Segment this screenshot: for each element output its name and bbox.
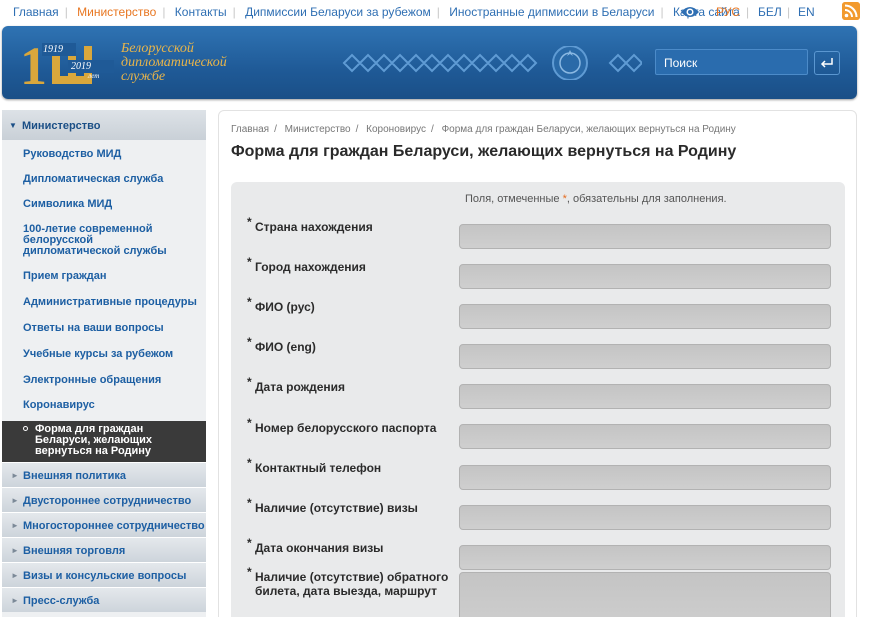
rss-icon[interactable] [842, 2, 860, 20]
chevron-right-icon: ► [11, 471, 19, 480]
sidebar-item[interactable]: Символика МИД [2, 196, 206, 221]
centenary-logo[interactable]: 1 [16, 32, 120, 92]
top-link-ministry[interactable]: Министерство [77, 5, 156, 19]
site-header-banner: 1 1919 2019 лет Белорусской дипломатичес… [2, 26, 857, 99]
chevron-right-icon: ► [11, 571, 19, 580]
birth-date-input[interactable] [459, 384, 831, 409]
main-content: Главная / Министерство / Короновирус / Форм… [218, 110, 857, 617]
chevron-down-icon: ▼ [9, 121, 17, 130]
sidebar-item[interactable]: Коронавирус [2, 399, 206, 421]
phone-input[interactable] [459, 465, 831, 490]
field-label: * Дата рождения [247, 375, 346, 394]
sidebar-head-ministry[interactable]: ▼ Министерство [2, 110, 206, 140]
top-link-missions-abroad[interactable]: Дипмиссии Беларуси за рубежом [245, 5, 431, 19]
ornament-emblem [342, 46, 642, 80]
chevron-right-icon: ► [11, 596, 19, 605]
sidebar-item[interactable]: Учебные курсы за рубежом [2, 348, 206, 374]
visa-expiry-input[interactable] [459, 545, 831, 570]
passport-input[interactable] [459, 424, 831, 449]
sidebar-item[interactable]: 100-летие современной белорусской диплом… [2, 221, 206, 270]
name-ru-input[interactable] [459, 304, 831, 329]
chevron-right-icon: ► [11, 496, 19, 505]
breadcrumb-link[interactable]: Короновирус [366, 124, 426, 135]
sidebar-section[interactable]: ► Многостороннее сотрудничество [2, 512, 206, 537]
logo-years-word: лет [88, 72, 100, 80]
sidebar-item[interactable]: Административные процедуры [2, 296, 206, 322]
search-button[interactable] [814, 51, 840, 75]
logo-caption: Белорусской дипломатической службе [121, 41, 227, 84]
sidebar-item[interactable]: Ответы на ваши вопросы [2, 322, 206, 348]
required-note: Поля, отмеченные *, обязательны для запо… [465, 193, 727, 205]
sidebar-item[interactable]: Руководство МИД [2, 146, 206, 171]
lang-be[interactable]: БЕЛ [758, 5, 782, 19]
sidebar-item-active[interactable]: Форма для граждан Беларуси, желающих вер… [2, 421, 206, 462]
name-en-input[interactable] [459, 344, 831, 369]
page-title: Форма для граждан Беларуси, желающих вер… [231, 143, 737, 160]
chevron-right-icon: ► [11, 521, 19, 530]
field-label: * Наличие (отсутствие) обратного билета, … [247, 565, 449, 598]
sidebar-section[interactable]: ► Визы и консульские вопросы [2, 562, 206, 587]
field-label: * Наличие (отсутствие) визы [247, 496, 418, 515]
breadcrumb-current: Форма для граждан Беларуси, желающих вер… [441, 124, 736, 135]
field-label: * Контактный телефон [247, 456, 382, 475]
lang-en[interactable]: EN [798, 5, 815, 19]
field-label: * Город нахождения [247, 255, 366, 274]
lang-ru[interactable]: РУС [716, 5, 740, 19]
chevron-right-icon: ► [11, 546, 19, 555]
sidebar-section[interactable]: ► Внешняя политика [2, 462, 206, 487]
logo-year-start: 1919 [43, 44, 63, 55]
visa-input[interactable] [459, 505, 831, 530]
breadcrumb-link[interactable]: Главная [231, 124, 269, 135]
return-form: Поля, отмеченные *, обязательны для запо… [231, 182, 845, 617]
field-label: * Страна нахождения [247, 215, 373, 234]
enter-icon [820, 58, 833, 68]
return-ticket-textarea[interactable] [459, 572, 831, 617]
top-link-foreign-missions[interactable]: Иностранные дипмиссии в Беларуси [449, 5, 654, 19]
field-label: * Дата окончания визы [247, 536, 384, 555]
breadcrumb: Главная / Министерство / Короновирус / Форм… [231, 124, 736, 135]
top-link-contacts[interactable]: Контакты [175, 5, 227, 19]
sidebar-item[interactable]: Дипломатическая служба [2, 171, 206, 196]
sidebar-section[interactable]: ► Двустороннее сотрудничество [2, 487, 206, 512]
breadcrumb-link[interactable]: Министерство [285, 124, 351, 135]
country-input[interactable] [459, 224, 831, 249]
city-input[interactable] [459, 264, 831, 289]
top-navigation: Главная | Министерство | Контакты | Дипмисс… [0, 0, 870, 24]
sidebar-item[interactable]: Электронные обращения [2, 374, 206, 399]
eye-icon[interactable] [680, 5, 700, 19]
field-label: * Номер белорусского паспорта [247, 416, 437, 435]
field-label: * ФИО (рус) [247, 295, 315, 314]
search-input[interactable]: Поиск [655, 49, 808, 75]
sidebar: ▼ Министерство Руководство МИД Дипломати… [2, 110, 206, 617]
sidebar-section[interactable]: ► Внешняя торговля [2, 537, 206, 562]
sidebar-item[interactable]: Прием граждан [2, 270, 206, 296]
top-links: Главная | Министерство | Контакты | Дипмисс… [13, 5, 740, 19]
field-label: * ФИО (eng) [247, 335, 316, 354]
top-link-home[interactable]: Главная [13, 5, 59, 19]
sidebar-section[interactable]: ► Пресс-служба [2, 587, 206, 612]
logo-year-end: 2019 [71, 61, 91, 72]
